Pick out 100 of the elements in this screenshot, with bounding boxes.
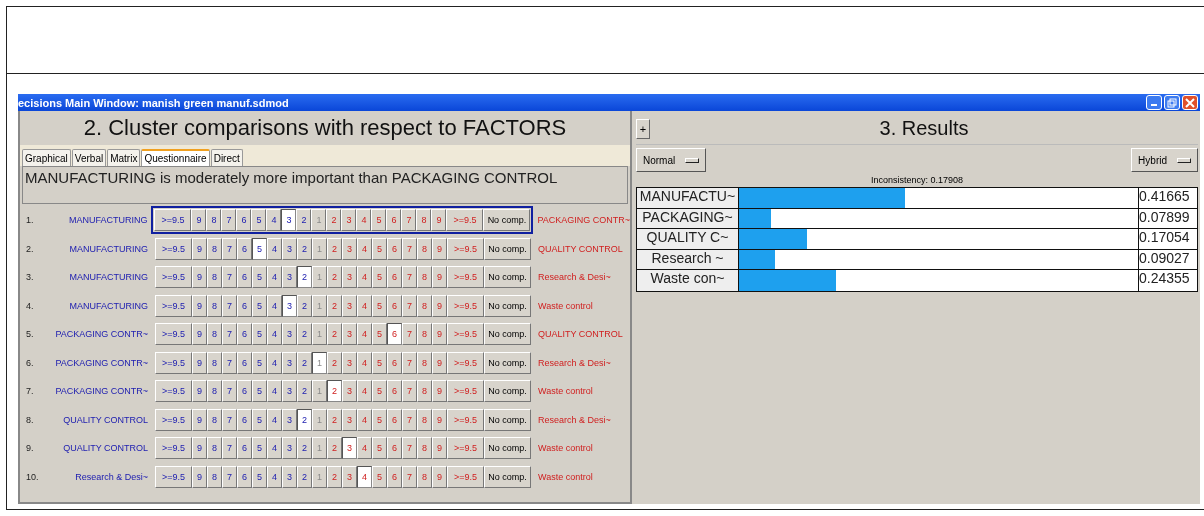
scale-button[interactable]: 5 [252,237,267,260]
scale-button[interactable]: 9 [431,209,447,232]
scale-button[interactable]: 2 [296,209,312,232]
scale-button[interactable]: 5 [252,294,267,317]
scale-button[interactable]: 2 [297,323,312,346]
scale-button[interactable]: 5 [252,437,267,460]
scale-button[interactable]: 5 [252,351,267,374]
scale-button[interactable]: 9 [192,465,207,488]
scale-button[interactable]: 2 [327,437,342,460]
scale-button[interactable]: 3 [282,351,297,374]
scale-button[interactable]: 4 [357,380,372,403]
restore-button[interactable] [1164,95,1180,110]
scale-button[interactable]: 2 [297,237,312,260]
scale-button[interactable]: 5 [372,351,387,374]
scale-button[interactable]: 2 [327,408,342,431]
scale-button[interactable]: 5 [252,380,267,403]
scale-button[interactable]: No comp. [484,380,531,403]
scale-button[interactable]: 4 [356,209,372,232]
scale-button[interactable]: 5 [252,323,267,346]
scale-button[interactable]: 9 [432,294,447,317]
scale-button[interactable]: >=9.5 [155,323,192,346]
scale-button[interactable]: 9 [192,294,207,317]
scale-button[interactable]: 3 [342,237,357,260]
scale-button[interactable]: 3 [282,266,297,289]
scale-button[interactable]: 4 [357,465,372,488]
scale-button[interactable]: 2 [327,237,342,260]
scale-button[interactable]: 6 [237,465,252,488]
scale-button[interactable]: 6 [387,294,402,317]
scale-button[interactable]: 8 [417,237,432,260]
scale-button[interactable]: 7 [402,408,417,431]
scale-button[interactable]: 5 [371,209,387,232]
scale-button[interactable]: 7 [222,351,237,374]
scale-button[interactable]: No comp. [484,294,531,317]
scale-button[interactable]: No comp. [484,351,531,374]
scale-button[interactable]: >=9.5 [447,294,484,317]
scale-button[interactable]: 9 [432,408,447,431]
scale-button[interactable]: 7 [401,209,417,232]
scale-button[interactable]: 5 [372,323,387,346]
minimize-button[interactable] [1146,95,1162,110]
scale-button[interactable]: 2 [327,465,342,488]
scale-button[interactable]: 9 [432,323,447,346]
expand-button[interactable]: + [636,118,650,139]
scale-button[interactable]: 7 [402,294,417,317]
scale-button[interactable]: 3 [342,465,357,488]
scale-button[interactable]: 5 [372,380,387,403]
scale-button[interactable]: 6 [387,351,402,374]
scale-button[interactable]: 9 [432,237,447,260]
scale-button[interactable]: 5 [252,266,267,289]
scale-button[interactable]: No comp. [484,465,531,488]
scale-button[interactable]: 2 [326,209,342,232]
scale-button[interactable]: 4 [267,294,282,317]
scale-button[interactable]: >=9.5 [154,209,192,232]
scale-button[interactable]: 6 [237,408,252,431]
scale-button[interactable]: 8 [417,465,432,488]
scale-button[interactable]: 2 [327,380,342,403]
scale-button[interactable]: No comp. [484,323,531,346]
scale-button[interactable]: 4 [266,209,282,232]
scale-button[interactable]: 7 [402,237,417,260]
scale-button[interactable]: 3 [342,294,357,317]
scale-button[interactable]: 7 [402,437,417,460]
scale-button[interactable]: 4 [267,408,282,431]
scale-button[interactable]: >=9.5 [155,294,192,317]
scale-button[interactable]: 7 [402,465,417,488]
scale-button[interactable]: >=9.5 [155,351,192,374]
scale-button[interactable]: 6 [387,237,402,260]
scale-button[interactable]: 2 [297,465,312,488]
scale-button[interactable]: 6 [236,209,252,232]
scale-button[interactable]: 4 [267,351,282,374]
scale-button[interactable]: 3 [282,408,297,431]
scale-button[interactable]: 9 [192,408,207,431]
tab[interactable]: Verbal [71,149,107,166]
scale-button[interactable]: 5 [251,209,267,232]
scale-button[interactable]: 6 [387,437,402,460]
scale-button[interactable]: 8 [207,294,222,317]
scale-button[interactable]: 4 [357,266,372,289]
scale-button[interactable]: 8 [417,323,432,346]
scale-button[interactable]: 9 [432,351,447,374]
scale-button[interactable]: 3 [342,266,357,289]
scale-button[interactable]: 6 [237,351,252,374]
scale-button[interactable]: 9 [432,437,447,460]
scale-button[interactable]: 8 [417,294,432,317]
scale-button[interactable]: 8 [417,437,432,460]
scale-button[interactable]: 8 [417,351,432,374]
mode-dropdown[interactable]: Normal [636,148,707,172]
scale-button[interactable]: 2 [297,408,312,431]
scale-button[interactable]: >=9.5 [155,266,192,289]
scale-button[interactable]: 8 [207,408,222,431]
scale-button[interactable]: 3 [282,237,297,260]
scale-button[interactable]: 9 [432,266,447,289]
scale-button[interactable]: 4 [267,465,282,488]
scale-button[interactable]: 6 [386,209,402,232]
scale-button[interactable]: 4 [267,323,282,346]
scale-button[interactable]: 3 [281,209,297,232]
scale-button[interactable]: >=9.5 [447,266,484,289]
scale-button[interactable]: 9 [432,465,447,488]
scale-button[interactable]: 8 [207,465,222,488]
scale-button[interactable]: 7 [402,351,417,374]
scale-button[interactable]: 6 [387,266,402,289]
scale-button[interactable]: 2 [297,294,312,317]
scale-button[interactable]: 7 [222,380,237,403]
